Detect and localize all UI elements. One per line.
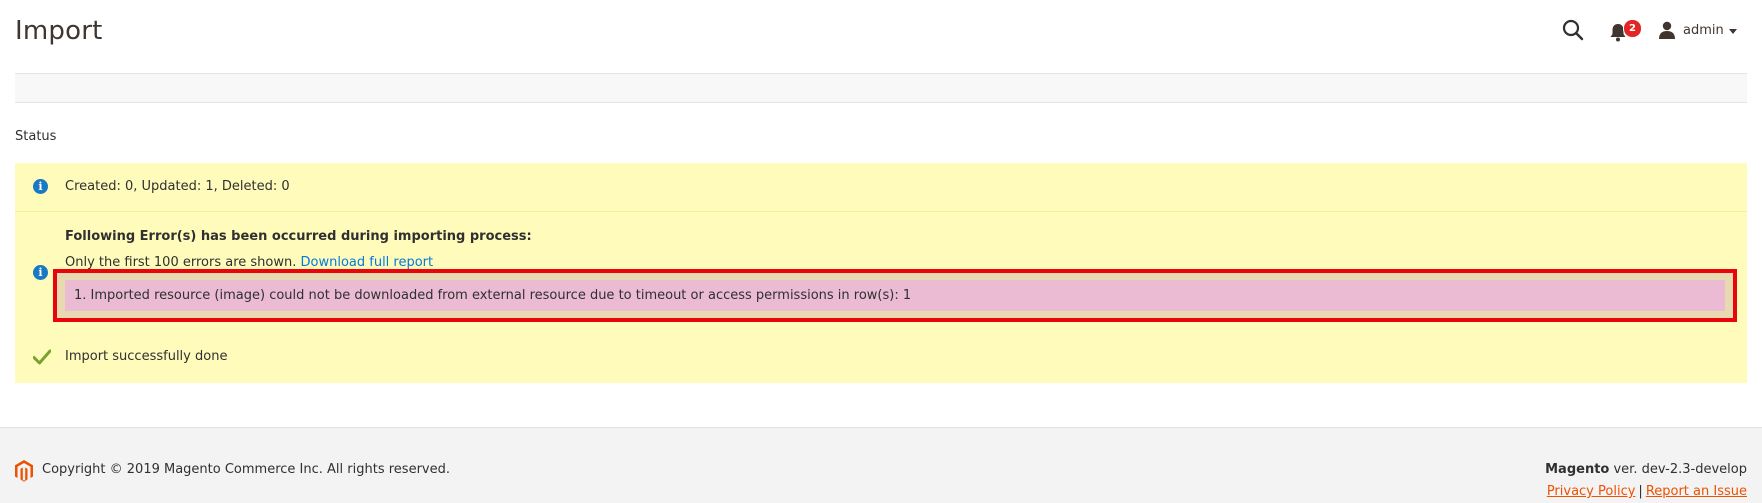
info-icon: i bbox=[33, 265, 48, 280]
error-limit-text: Only the first 100 errors are shown. bbox=[65, 255, 297, 270]
copyright-text: Copyright © 2019 Magento Commerce Inc. A… bbox=[42, 462, 450, 477]
page-title: Import bbox=[15, 16, 103, 46]
user-account-menu[interactable]: admin bbox=[1658, 18, 1737, 42]
page-actions-bar bbox=[15, 73, 1747, 103]
message-divider bbox=[15, 211, 1747, 212]
checkmark-icon bbox=[33, 349, 51, 365]
user-icon bbox=[1659, 21, 1675, 39]
report-issue-link[interactable]: Report an Issue bbox=[1646, 484, 1747, 499]
version-text: ver. dev-2.3-develop bbox=[1609, 462, 1747, 477]
error-item-text: 1. Imported resource (image) could not b… bbox=[74, 288, 912, 303]
status-label: Status bbox=[15, 129, 57, 144]
user-name: admin bbox=[1683, 22, 1724, 38]
link-separator: | bbox=[1638, 484, 1643, 499]
import-success-message: Import successfully done bbox=[65, 349, 228, 364]
error-heading: Following Error(s) has been occurred dur… bbox=[65, 229, 532, 244]
error-list-item: 1. Imported resource (image) could not b… bbox=[65, 280, 1725, 311]
brand-name: Magento bbox=[1545, 462, 1610, 477]
error-limit-line: Only the first 100 errors are shown. Dow… bbox=[65, 255, 433, 270]
page-header: Import 2 admin bbox=[0, 0, 1762, 74]
info-icon: i bbox=[33, 179, 48, 194]
footer-links: Privacy Policy | Report an Issue bbox=[1547, 484, 1747, 499]
notification-count-badge: 2 bbox=[1623, 19, 1642, 38]
magento-logo-icon bbox=[15, 460, 33, 482]
download-full-report-link[interactable]: Download full report bbox=[301, 255, 434, 270]
error-highlight-outline: 1. Imported resource (image) could not b… bbox=[53, 269, 1737, 322]
import-summary-message: Created: 0, Updated: 1, Deleted: 0 bbox=[65, 179, 290, 194]
page-footer: Copyright © 2019 Magento Commerce Inc. A… bbox=[0, 427, 1762, 503]
notifications-button[interactable]: 2 bbox=[1609, 18, 1642, 44]
search-button[interactable] bbox=[1561, 18, 1585, 42]
search-icon bbox=[1562, 19, 1584, 41]
privacy-policy-link[interactable]: Privacy Policy bbox=[1547, 484, 1636, 499]
version-info: Magento ver. dev-2.3-develop bbox=[1545, 462, 1747, 477]
import-messages: i Created: 0, Updated: 1, Deleted: 0 Fol… bbox=[15, 163, 1747, 383]
chevron-down-icon bbox=[1728, 28, 1737, 34]
